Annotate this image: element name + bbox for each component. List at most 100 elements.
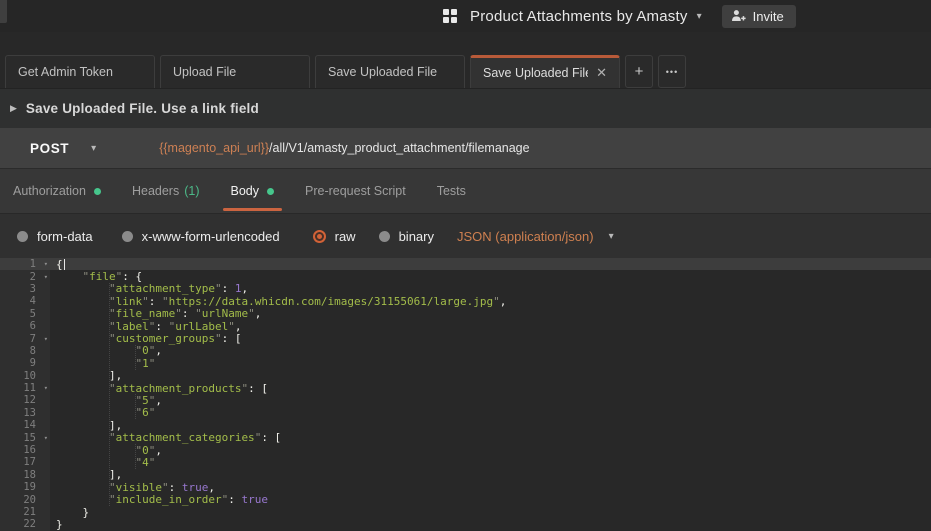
code-line[interactable]: 11▾ "attachment_products": [ <box>0 382 931 394</box>
line-number: 4 <box>0 295 50 307</box>
section-label: Tests <box>437 184 466 198</box>
invite-button[interactable]: Invite <box>722 5 796 28</box>
fold-caret-icon[interactable]: ▾ <box>44 333 48 345</box>
code-line[interactable]: 16 "0", <box>0 444 931 456</box>
collection-tab[interactable]: Upload File <box>160 55 310 88</box>
tab-authorization[interactable]: Authorization <box>13 169 101 213</box>
code-line[interactable]: 20 "include_in_order": true <box>0 493 931 505</box>
code-line[interactable]: 19 "visible": true, <box>0 481 931 493</box>
code-text: "1" <box>50 357 155 370</box>
code-text: "file": { <box>50 270 142 283</box>
token <box>56 493 109 506</box>
fold-caret-icon[interactable]: ▾ <box>44 432 48 444</box>
token: " <box>109 481 116 494</box>
token: attachment_type <box>116 282 215 295</box>
close-tab-icon[interactable]: ✕ <box>588 65 607 81</box>
code-line[interactable]: 8 "0", <box>0 345 931 357</box>
add-tab-button[interactable]: + <box>625 55 653 88</box>
fold-caret-icon[interactable]: ▾ <box>44 258 48 270</box>
token: ], <box>109 468 122 481</box>
content-type-selector[interactable]: JSON (application/json) ▾ <box>457 229 614 244</box>
token: link <box>116 295 143 308</box>
code-line[interactable]: 5 "file_name": "urlName", <box>0 308 931 320</box>
token: : <box>169 481 182 494</box>
code-line[interactable]: 6 "label": "urlLabel", <box>0 320 931 332</box>
code-line[interactable]: 9 "1" <box>0 357 931 369</box>
code-line[interactable]: 22} <box>0 518 931 530</box>
token: { <box>56 258 63 271</box>
body-mode-label: x-www-form-urlencoded <box>142 229 280 244</box>
body-mode-x-www-form-urlencoded[interactable]: x-www-form-urlencoded <box>122 229 280 244</box>
method-caret-icon[interactable]: ▾ <box>91 143 96 154</box>
token: , <box>241 282 248 295</box>
code-text: "4" <box>50 456 155 469</box>
code-line[interactable]: 12 "5", <box>0 394 931 406</box>
top-bar: Product Attachments by Amasty ▾ Invite <box>0 0 931 32</box>
token: " <box>109 307 116 320</box>
line-number: 12 <box>0 394 50 406</box>
token <box>56 295 109 308</box>
body-mode-form-data[interactable]: form-data <box>17 229 93 244</box>
token <box>56 468 109 481</box>
code-line[interactable]: 3 "attachment_type": 1, <box>0 283 931 295</box>
token: urlLabel <box>175 320 228 333</box>
token: " <box>215 282 222 295</box>
line-number: 17 <box>0 456 50 468</box>
fold-caret-icon[interactable]: ▾ <box>44 271 48 283</box>
code-line[interactable]: 10 ], <box>0 370 931 382</box>
line-number: 20 <box>0 494 50 506</box>
collection-tab[interactable]: Get Admin Token <box>5 55 155 88</box>
token: include_in_order <box>116 493 222 506</box>
chevron-down-icon[interactable]: ▾ <box>697 11 702 22</box>
token: : <box>155 320 168 333</box>
more-tabs-button[interactable]: ••• <box>658 55 686 88</box>
fold-caret-icon[interactable]: ▾ <box>44 382 48 394</box>
collection-tab[interactable]: Save Uploaded File <box>315 55 465 88</box>
tab-pre-request-script[interactable]: Pre-request Script <box>305 169 406 213</box>
code-line[interactable]: 13 "6" <box>0 407 931 419</box>
token: 6 <box>142 406 149 419</box>
token: , <box>500 295 507 308</box>
token: " <box>149 357 156 370</box>
token: " <box>109 431 116 444</box>
token: 0 <box>142 344 149 357</box>
status-dot-icon <box>94 188 101 195</box>
method-selector[interactable]: POST <box>30 141 69 156</box>
line-number: 9 <box>0 357 50 369</box>
code-line[interactable]: 7▾ "customer_groups": [ <box>0 332 931 344</box>
body-mode-raw[interactable]: raw <box>313 229 356 244</box>
url-bar: POST ▾ {{magento_api_url}}/all/V1/amasty… <box>0 128 931 168</box>
code-line[interactable]: 2▾ "file": { <box>0 270 931 282</box>
code-line[interactable]: 14 ], <box>0 419 931 431</box>
body-mode-row: form-datax-www-form-urlencodedrawbinary … <box>0 213 931 258</box>
code-line[interactable]: 18 ], <box>0 469 931 481</box>
person-plus-icon <box>731 9 746 23</box>
code-line[interactable]: 15▾ "attachment_categories": [ <box>0 431 931 443</box>
tab-tests[interactable]: Tests <box>437 169 466 213</box>
code-text: ], <box>50 468 122 481</box>
token: } <box>56 518 63 531</box>
token: " <box>195 307 202 320</box>
tab-body[interactable]: Body <box>231 169 275 213</box>
code-line[interactable]: 17 "4" <box>0 456 931 468</box>
tab-headers[interactable]: Headers(1) <box>132 169 200 213</box>
collection-tab-label: Save Uploaded File <box>328 65 437 79</box>
token: , <box>155 394 162 407</box>
url-input[interactable]: {{magento_api_url}}/all/V1/amasty_produc… <box>159 141 529 155</box>
code-line[interactable]: 1▾{ <box>0 258 931 270</box>
code-text: { <box>50 258 65 271</box>
line-number: 3 <box>0 283 50 295</box>
token: ], <box>109 419 122 432</box>
collection-tab-label: Upload File <box>173 65 236 79</box>
token <box>56 382 109 395</box>
code-line[interactable]: 4 "link": "https://data.whicdn.com/image… <box>0 295 931 307</box>
collection-tab[interactable]: Save Uploaded File. L✕ <box>470 55 620 88</box>
workspace-title[interactable]: Product Attachments by Amasty <box>470 8 688 25</box>
body-mode-binary[interactable]: binary <box>379 229 434 244</box>
token: " <box>162 295 169 308</box>
line-number: 18 <box>0 469 50 481</box>
token <box>56 344 135 357</box>
body-editor[interactable]: 1▾{2▾ "file": {3 "attachment_type": 1,4 … <box>0 258 931 531</box>
code-line[interactable]: 21 } <box>0 506 931 518</box>
collapse-arrow-icon[interactable]: ▶ <box>10 103 17 114</box>
